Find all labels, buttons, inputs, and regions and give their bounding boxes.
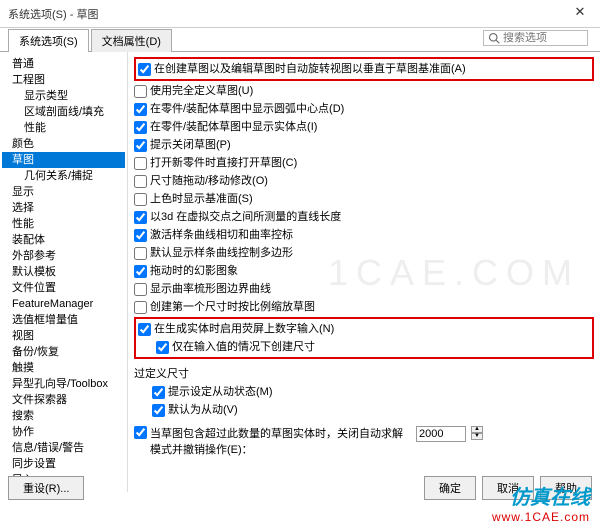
chk-auto-rotate[interactable]: [138, 63, 151, 76]
options-panel: 1CAE.COM 在创建草图以及编辑草图时自动旋转视图以垂直于草图基准面(A) …: [128, 52, 600, 492]
tree-performance[interactable]: 性能: [2, 120, 125, 136]
opt-spline-poly[interactable]: 默认显示样条曲线控制多边形: [134, 244, 594, 262]
opt-numeric-input[interactable]: 在生成实体时启用荧屏上数字输入(N): [138, 320, 590, 338]
tree-hole[interactable]: 异型孔向导/Toolbox: [2, 376, 125, 392]
window-title: 系统选项(S) - 草图: [8, 6, 568, 22]
tree-messages[interactable]: 信息/错误/警告: [2, 440, 125, 456]
tab-system-options[interactable]: 系统选项(S): [8, 29, 89, 52]
tree-search[interactable]: 搜索: [2, 408, 125, 424]
tree-general[interactable]: 普通: [2, 56, 125, 72]
opt-3d-len[interactable]: 以3d 在虚拟交点之间所测量的直线长度: [134, 208, 594, 226]
tree-assemblies[interactable]: 装配体: [2, 232, 125, 248]
tree-display[interactable]: 显示: [2, 184, 125, 200]
chk-prompt-driven[interactable]: [152, 386, 165, 399]
reset-button[interactable]: 重设(R)...: [8, 476, 84, 500]
opt-shade-plane[interactable]: 上色时显示基准面(S): [134, 190, 594, 208]
chk-default-driven[interactable]: [152, 404, 165, 417]
close-icon[interactable]: ✕: [568, 4, 592, 24]
opt-scale-first[interactable]: 创建第一个尺寸时按比例缩放草图: [134, 298, 594, 316]
tree-collab[interactable]: 协作: [2, 424, 125, 440]
chk-arc-center[interactable]: [134, 103, 147, 116]
chk-ghost[interactable]: [134, 265, 147, 278]
search-icon: [488, 32, 500, 44]
opt-fully-define[interactable]: 使用完全定义草图(U): [134, 82, 594, 100]
tree-backup[interactable]: 备份/恢复: [2, 344, 125, 360]
entity-count-input[interactable]: [416, 426, 466, 442]
chk-shade-plane[interactable]: [134, 193, 147, 206]
ok-button[interactable]: 确定: [424, 476, 476, 500]
chk-scale-first[interactable]: [134, 301, 147, 314]
chk-curvature[interactable]: [134, 283, 147, 296]
tree-view[interactable]: 视图: [2, 328, 125, 344]
chk-only-value[interactable]: [156, 341, 169, 354]
tree-explorer[interactable]: 文件探索器: [2, 392, 125, 408]
chk-auto-solve[interactable]: [134, 426, 147, 439]
opt-auto-rotate[interactable]: 在创建草图以及编辑草图时自动旋转视图以垂直于草图基准面(A): [138, 60, 590, 78]
tree-fm[interactable]: FeatureManager: [2, 296, 125, 312]
chk-drag-dim[interactable]: [134, 175, 147, 188]
opt-curvature[interactable]: 显示曲率梳形图边界曲线: [134, 280, 594, 298]
opt-ghost[interactable]: 拖动时的幻影图象: [134, 262, 594, 280]
opt-spline-handles[interactable]: 激活样条曲线相切和曲率控标: [134, 226, 594, 244]
tree-touch[interactable]: 触摸: [2, 360, 125, 376]
tree-sync[interactable]: 同步设置: [2, 456, 125, 472]
opt-default-driven[interactable]: 默认为从动(V): [134, 401, 594, 419]
chk-fully-define[interactable]: [134, 85, 147, 98]
search-input[interactable]: [503, 32, 583, 44]
tree-file-loc[interactable]: 文件位置: [2, 280, 125, 296]
watermark: 仿真在线 www.1CAE.com: [492, 481, 590, 524]
tree-hatch[interactable]: 区域剖面线/填充: [2, 104, 125, 120]
spin-up-icon[interactable]: ▲: [471, 426, 483, 433]
chk-spline-poly[interactable]: [134, 247, 147, 260]
watermark-url: www.1CAE.com: [492, 510, 590, 524]
chk-3d-len[interactable]: [134, 211, 147, 224]
chk-spline-handles[interactable]: [134, 229, 147, 242]
opt-close-sketch[interactable]: 提示关闭草图(P): [134, 136, 594, 154]
tree-drawings[interactable]: 工程图: [2, 72, 125, 88]
opt-entity-pts[interactable]: 在零件/装配体草图中显示实体点(I): [134, 118, 594, 136]
chk-close-sketch[interactable]: [134, 139, 147, 152]
spin-down-icon[interactable]: ▼: [471, 433, 483, 440]
tab-document-properties[interactable]: 文档属性(D): [91, 29, 172, 52]
tree-templates[interactable]: 默认模板: [2, 264, 125, 280]
opt-auto-solve-label: 当草图包含超过此数量的草图实体时，关闭自动求解模式并撤销操作(E)：: [150, 426, 410, 458]
opt-open-sketch[interactable]: 打开新零件时直接打开草图(C): [134, 154, 594, 172]
tree-colors[interactable]: 颜色: [2, 136, 125, 152]
tree-display-style[interactable]: 显示类型: [2, 88, 125, 104]
tree-spin[interactable]: 选值框增量值: [2, 312, 125, 328]
tree-ext-ref[interactable]: 外部参考: [2, 248, 125, 264]
tree-selection[interactable]: 选择: [2, 200, 125, 216]
opt-arc-center[interactable]: 在零件/装配体草图中显示圆弧中心点(D): [134, 100, 594, 118]
watermark-brand: 仿真在线: [492, 481, 590, 510]
search-box[interactable]: [483, 30, 588, 46]
tree-relations[interactable]: 几何关系/捕捉: [2, 168, 125, 184]
opt-prompt-driven[interactable]: 提示设定从动状态(M): [134, 383, 594, 401]
chk-open-sketch[interactable]: [134, 157, 147, 170]
tree-perf2[interactable]: 性能: [2, 216, 125, 232]
tree-sketch[interactable]: 草图: [2, 152, 125, 168]
chk-entity-pts[interactable]: [134, 121, 147, 134]
section-overdefined: 过定义尺寸: [134, 365, 594, 381]
opt-only-value[interactable]: 仅在输入值的情况下创建尺寸: [138, 338, 590, 356]
category-tree: 普通 工程图 显示类型 区域剖面线/填充 性能 颜色 草图 几何关系/捕捉 显示…: [0, 52, 128, 492]
chk-numeric-input[interactable]: [138, 323, 151, 336]
opt-drag-dim[interactable]: 尺寸随拖动/移动修改(O): [134, 172, 594, 190]
